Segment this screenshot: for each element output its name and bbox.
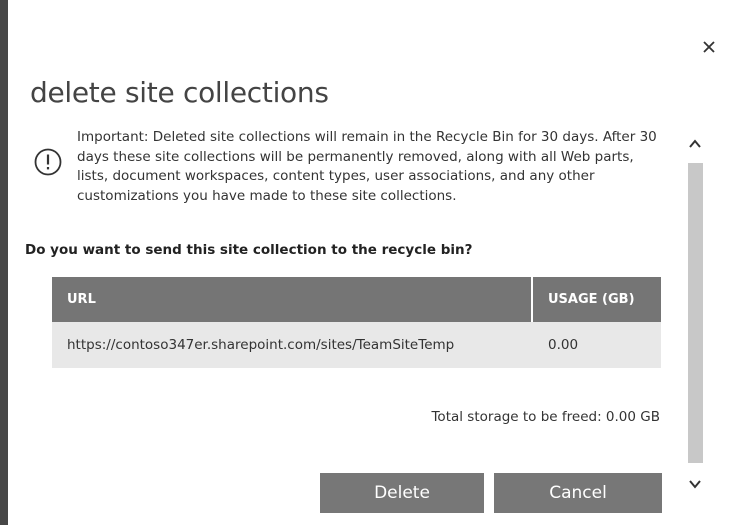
url-column-header: URL: [52, 277, 532, 322]
cancel-button[interactable]: Cancel: [494, 473, 662, 513]
window-left-edge: [0, 0, 8, 525]
vertical-scrollbar[interactable]: [683, 125, 707, 505]
confirmation-question: Do you want to send this site collection…: [25, 242, 473, 258]
chevron-up-icon[interactable]: [688, 135, 702, 153]
warning-message: Important: Deleted site collections will…: [77, 129, 657, 204]
usage-cell: 0.00: [531, 322, 661, 368]
chevron-down-icon[interactable]: [688, 475, 702, 493]
table-row: https://contoso347er.sharepoint.com/site…: [52, 322, 661, 368]
table-header-row: URL USAGE (GB): [52, 277, 661, 322]
site-collections-table: URL USAGE (GB) https://contoso347er.shar…: [52, 277, 661, 368]
scrollbar-thumb[interactable]: [688, 163, 703, 463]
dialog-title: delete site collections: [30, 76, 329, 109]
site-url-cell: https://contoso347er.sharepoint.com/site…: [52, 322, 532, 368]
usage-column-header: USAGE (GB): [531, 277, 661, 322]
exclamation-circle-icon: [33, 147, 63, 177]
delete-button[interactable]: Delete: [320, 473, 484, 513]
total-storage-freed: Total storage to be freed: 0.00 GB: [431, 409, 660, 425]
close-icon[interactable]: [700, 38, 718, 56]
